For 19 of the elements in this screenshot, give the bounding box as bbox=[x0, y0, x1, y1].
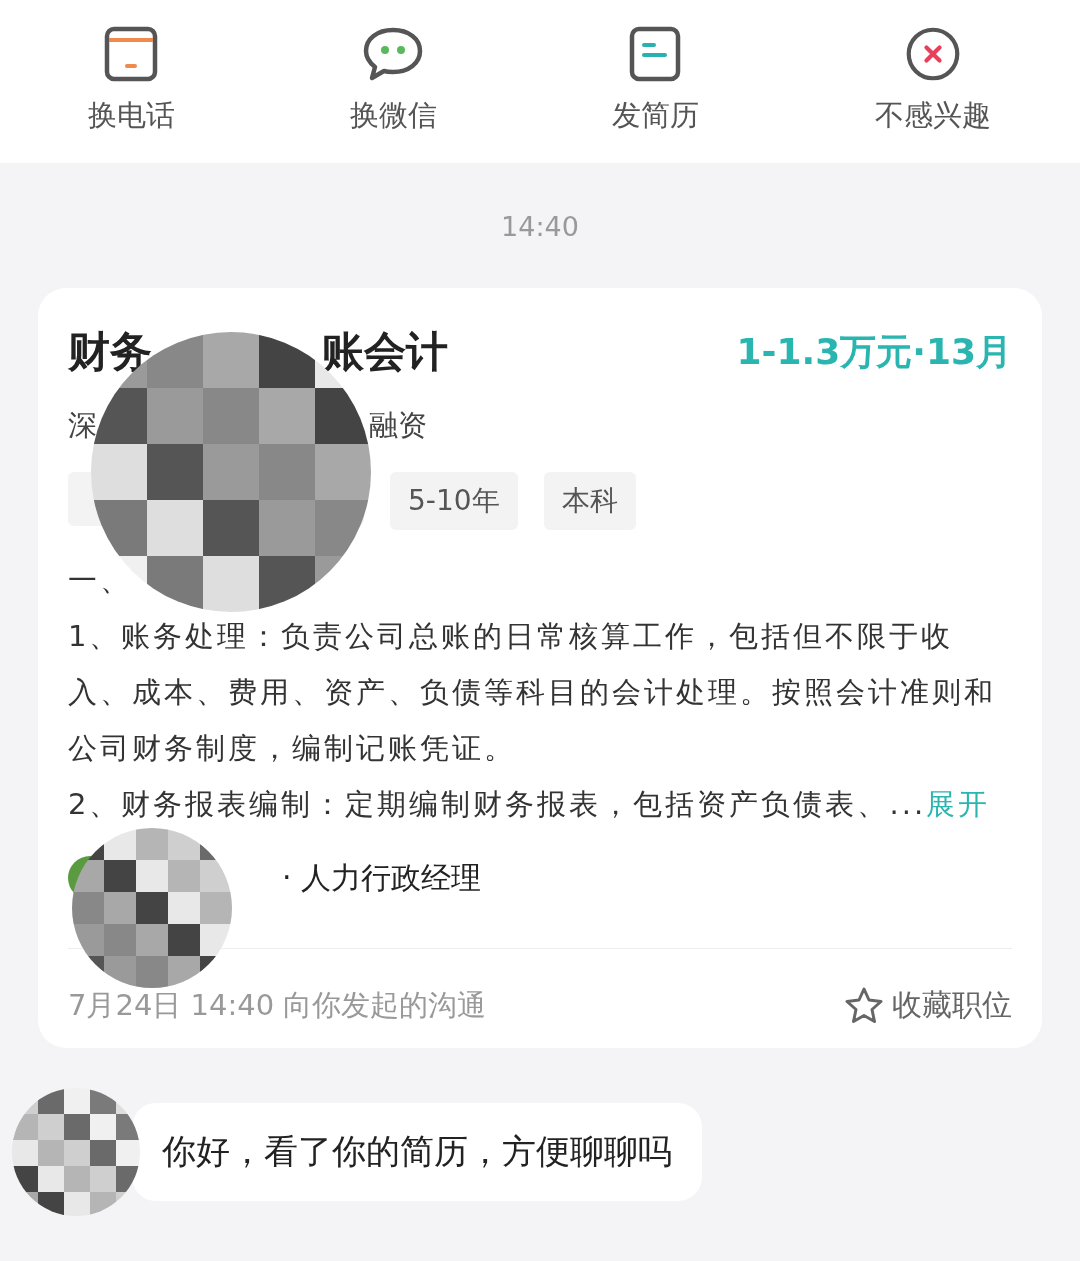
recruiter-title: · 人力行政经理 bbox=[282, 858, 482, 897]
timestamp: 14:40 bbox=[500, 210, 580, 244]
job-title: 账会计 bbox=[322, 326, 448, 378]
tag: 5-10年 bbox=[390, 472, 518, 530]
action-button[interactable]: 不感兴趣 bbox=[786, 0, 1080, 163]
job-title: 财务 bbox=[68, 326, 152, 378]
description-text: 一、 bbox=[68, 563, 132, 597]
tag: 本科 bbox=[543, 472, 636, 530]
description-text: 2、财务报表编制：定期编制财务报表，包括资产负债表、... bbox=[68, 787, 927, 821]
description-text: 1、账务处理：负责公司总账的日常核算工作，包括但不限于收入、成本、费用、资产、负债等科目的会计处理。按照会计准则和公司财务制度，编制记账凭证。 bbox=[68, 619, 996, 765]
company-name: 深 bbox=[68, 407, 97, 444]
contact-time: 7月24日 14:40 向你发起的沟通 bbox=[68, 986, 487, 1024]
message-bubble: 你好，看了你的简历，方便聊聊吗 bbox=[132, 1103, 702, 1201]
company-info: 融资 bbox=[369, 407, 427, 444]
action-button[interactable]: 发简历 bbox=[524, 0, 786, 163]
save-job-button[interactable]: 收藏职位 bbox=[844, 985, 1012, 1026]
action-button[interactable]: 换电话 bbox=[0, 0, 262, 163]
action-button[interactable]: 换微信 bbox=[262, 0, 524, 163]
salary: 1-1.3万元·13月 bbox=[736, 329, 1012, 374]
